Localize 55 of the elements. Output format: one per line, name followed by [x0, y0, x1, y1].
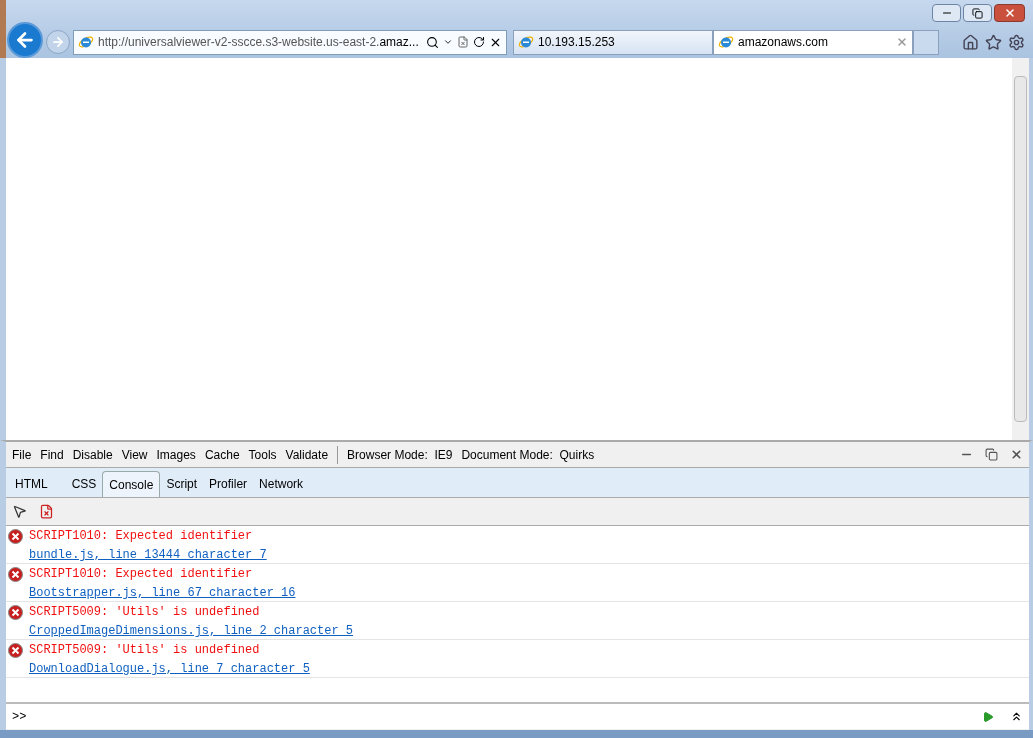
restore-icon	[972, 7, 983, 19]
devtools-tab[interactable]: HTML	[9, 471, 54, 497]
close-button[interactable]	[994, 4, 1025, 22]
console-message: SCRIPT5009: 'Utils' is undefined	[29, 642, 261, 659]
menu-item[interactable]: Find	[40, 445, 64, 464]
close-tab-icon[interactable]	[896, 36, 908, 48]
search-icon[interactable]	[426, 35, 439, 49]
clear-console-icon[interactable]	[39, 504, 54, 519]
browser-tab[interactable]: 10.193.15.253	[513, 29, 713, 55]
console-message: SCRIPT1010: Expected identifier	[29, 566, 254, 583]
menu-item[interactable]: File	[12, 445, 32, 464]
menu-item[interactable]: Validate	[285, 445, 329, 464]
source-link[interactable]: CroppedImageDimensions.js, line 2 character 5	[29, 622, 354, 641]
source-link[interactable]: bundle.js, line 13444 character 7	[29, 546, 267, 565]
browser-logo-icon	[718, 34, 734, 50]
restore-button[interactable]	[963, 4, 992, 22]
devtools-tab[interactable]: Profiler	[203, 471, 254, 497]
tab-title: 10.193.15.253	[538, 34, 616, 51]
run-icon[interactable]	[982, 710, 994, 723]
url-text: http://universalviewer-v2-sscce.s3-website.us-east-2.amaz...	[98, 34, 420, 51]
refresh-icon[interactable]	[473, 36, 485, 48]
menu-item[interactable]: Tools	[248, 445, 277, 464]
console-message: SCRIPT1010: Expected identifier	[29, 528, 254, 545]
devtools-tab[interactable]: CSS	[65, 471, 103, 497]
close-icon	[1003, 7, 1016, 19]
menu-item[interactable]: Cache	[204, 445, 240, 464]
source-link[interactable]: Bootstrapper.js, line 67 character 16	[29, 584, 296, 603]
browser-tab[interactable]: amazonaws.com	[713, 29, 913, 55]
source-link[interactable]: DownloadDialogue.js, line 7 character 5	[29, 660, 310, 679]
settings-icon[interactable]	[1008, 33, 1025, 51]
favorites-icon[interactable]	[985, 33, 1002, 51]
browser-logo-icon	[518, 34, 534, 50]
devtools-tab[interactable]: Network	[253, 471, 310, 497]
compatibility-icon[interactable]	[457, 36, 469, 48]
mode-menu[interactable]: Document Mode: Quirks	[461, 445, 595, 464]
back-button[interactable]	[7, 22, 43, 58]
home-icon[interactable]	[962, 33, 979, 51]
popout-icon[interactable]	[985, 448, 998, 461]
tab-title: amazonaws.com	[738, 34, 830, 51]
mode-menu[interactable]: Browser Mode: IE9	[347, 445, 453, 464]
menu-item[interactable]: Images	[156, 445, 196, 464]
scrollbar[interactable]	[1012, 58, 1029, 440]
devtools-tab[interactable]: Script	[160, 471, 204, 497]
devtools-tab[interactable]: Console	[102, 471, 161, 497]
dropdown-icon[interactable]	[443, 37, 453, 47]
close-icon[interactable]	[1010, 448, 1023, 461]
minimize-button[interactable]	[932, 4, 961, 22]
browser-logo-icon	[78, 34, 94, 50]
console-message: SCRIPT5009: 'Utils' is undefined	[29, 604, 261, 621]
menu-item[interactable]: View	[121, 445, 148, 464]
address-field[interactable]: http://universalviewer-v2-sscce.s3-website.us-east-2.amaz...	[73, 29, 507, 55]
menu-item[interactable]: Disable	[72, 445, 113, 464]
forward-arrow-icon	[51, 35, 65, 49]
expand-icon[interactable]	[1010, 710, 1023, 723]
select-element-icon[interactable]	[12, 504, 27, 519]
